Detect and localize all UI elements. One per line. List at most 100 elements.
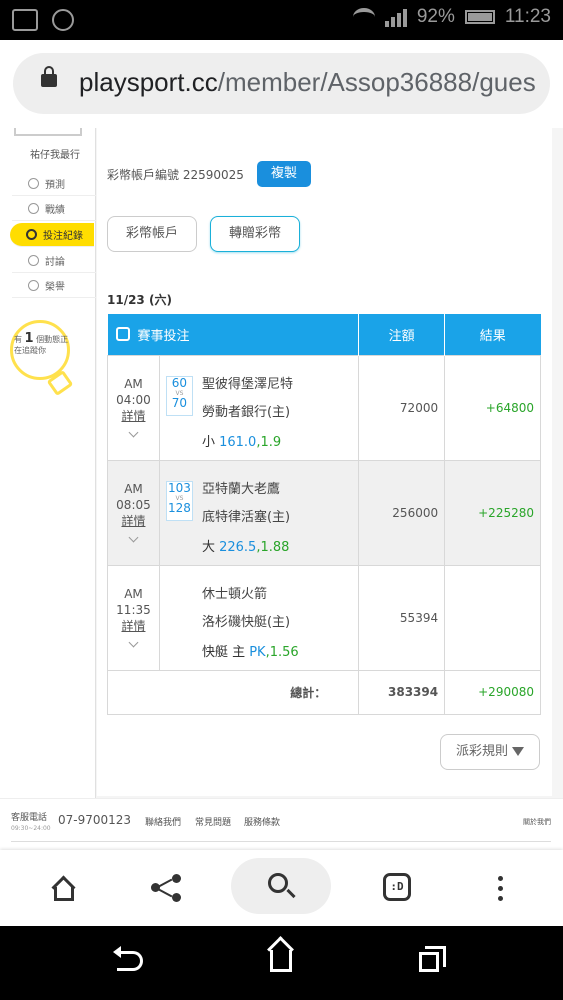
bet-amount: 256000 (358, 459, 446, 566)
more-menu-button[interactable] (470, 860, 530, 916)
share-icon (172, 874, 181, 883)
pick-label: 快艇 主 (201, 644, 246, 660)
sidebar-item-discuss[interactable]: 討論 (12, 249, 96, 273)
total-result: +290080 (444, 669, 541, 715)
time-value: 11:35 (116, 602, 151, 617)
table-row: AM 08:05 詳情 103 VS 128 亞特蘭大老鷹 底特律活塞(主) 大… (107, 459, 541, 566)
pick-line: 226.5 (219, 539, 257, 555)
home-nav-icon[interactable] (270, 950, 292, 972)
tab-coin-account[interactable]: 彩幣帳戶 (107, 216, 197, 252)
lock-icon (41, 66, 57, 87)
circle-icon (26, 229, 37, 240)
browser-toolbar: :D (0, 850, 563, 926)
chevron-down-icon[interactable] (128, 427, 139, 437)
pick-odds: 1.56 (269, 644, 299, 660)
match-cell: 休士頓火箭 洛杉磯快艇(主) 快艇 主 PK,1.56 (158, 564, 360, 671)
customer-service: 客服電話 09:30~24:00 (11, 813, 51, 834)
search-icon (268, 873, 288, 893)
back-icon[interactable] (113, 946, 143, 971)
notification-icon (12, 9, 38, 31)
detail-link[interactable]: 詳情 (108, 513, 159, 529)
sidebar-item-label: 投注紀錄 (43, 231, 83, 242)
payout-rules-button[interactable]: 派彩規則 (440, 734, 540, 770)
footer-link-about[interactable]: 關於我們 (523, 817, 551, 827)
score-box: 60 VS 70 (165, 375, 193, 416)
notice-suffix: 個動態正在追蹤你 (14, 335, 69, 355)
web-page: 祐仔我最行 預測 戰績 投注紀錄 討論 榮譽 有 1 個動態正在追蹤你 彩幣帳戶… (0, 128, 563, 850)
score-home: 70 (171, 395, 188, 410)
footer-link-faq[interactable]: 常見問題 (195, 815, 231, 828)
detail-link[interactable]: 詳情 (108, 408, 159, 424)
battery-icon (464, 10, 495, 24)
time-value: 04:00 (116, 392, 151, 407)
footer-link-terms[interactable]: 服務條款 (244, 815, 280, 828)
sidebar-item-record[interactable]: 戰績 (12, 197, 96, 221)
team-away: 亞特蘭大老鷹 (201, 481, 280, 497)
header-match: 賽事投注 (107, 314, 360, 355)
clock: 11:23 (504, 6, 551, 27)
tab-transfer-coins[interactable]: 轉贈彩幣 (210, 216, 300, 252)
team-home: 底特律活塞(主) (201, 509, 291, 525)
cs-hours: 09:30~24:00 (11, 825, 51, 832)
score-away: 60 (171, 375, 188, 390)
profile-box (14, 128, 82, 136)
recent-apps-icon[interactable] (419, 946, 446, 972)
cs-phone[interactable]: 07-9700123 (58, 813, 131, 827)
pick-line: 161.0 (219, 434, 257, 450)
detail-link[interactable]: 詳情 (108, 618, 159, 634)
sidebar-item-label: 討論 (45, 257, 65, 268)
extension-button[interactable]: :D (367, 860, 427, 916)
time-value: 08:05 (116, 497, 151, 512)
share-button[interactable] (136, 860, 196, 916)
url-path: /member/Assop36888/gues (217, 67, 536, 97)
bet-amount: 72000 (358, 354, 446, 461)
sidebar-item-bet-history[interactable]: 投注紀錄 (10, 223, 94, 247)
sidebar-item-label: 預測 (45, 180, 65, 191)
time-ampm: AM (124, 376, 143, 391)
discuss-icon (28, 255, 39, 266)
more-vert-icon (498, 876, 503, 881)
sidebar-item-predict[interactable]: 預測 (12, 172, 96, 196)
bet-amount: 55394 (358, 564, 446, 671)
chat-icon (28, 203, 39, 214)
sync-icon (52, 9, 74, 31)
bet-time: AM 08:05 詳情 (107, 459, 160, 566)
chevron-down-icon[interactable] (128, 532, 139, 542)
match-cell: 60 VS 70 聖彼得堡澤尼特 勞動者銀行(主) 小 161.0,1.9 (158, 354, 360, 461)
sidebar: 祐仔我最行 預測 戰績 投注紀錄 討論 榮譽 有 1 個動態正在追蹤你 (0, 128, 96, 798)
account-number: 彩幣帳戶編號 22590025 (107, 168, 244, 182)
page-footer: 客服電話 09:30~24:00 07-9700123 聯絡我們 常見問題 服務… (0, 798, 563, 850)
signal-icon (384, 7, 407, 27)
time-ampm: AM (124, 586, 143, 601)
match-cell: 103 VS 128 亞特蘭大老鷹 底特律活塞(主) 大 226.5,1.88 (158, 459, 360, 566)
database-icon (115, 327, 130, 341)
pick-odds: 1.88 (260, 539, 290, 555)
pick-line: PK (249, 644, 266, 660)
header-result: 結果 (444, 314, 541, 355)
url-bar[interactable]: playsport.cc/member/Assop36888/gues (13, 53, 550, 114)
url-text[interactable]: playsport.cc/member/Assop36888/gues (79, 67, 536, 98)
home-button[interactable] (32, 860, 92, 916)
status-bar: 92% 11:23 (0, 0, 563, 40)
total-amount: 383394 (358, 669, 446, 715)
bet-result: +64800 (444, 354, 541, 461)
score-home: 128 (167, 500, 191, 515)
payout-rules-label: 派彩規則 (455, 744, 508, 759)
sidebar-item-label: 榮譽 (45, 282, 65, 293)
team-home: 勞動者銀行(主) (201, 404, 291, 420)
wifi-icon (352, 8, 375, 26)
cs-label: 客服電話 (11, 813, 48, 823)
bet-result: +225280 (444, 459, 541, 566)
bet-pick: 大 226.5,1.88 (202, 536, 289, 555)
sidebar-item-honor[interactable]: 榮譽 (12, 274, 96, 298)
header-amount: 注額 (358, 314, 446, 355)
chevron-down-icon[interactable] (128, 637, 139, 647)
notice-prefix: 有 (14, 335, 22, 344)
table-header: 賽事投注 注額 結果 (107, 314, 541, 355)
browser-url-area: playsport.cc/member/Assop36888/gues (0, 40, 563, 128)
footer-link-contact[interactable]: 聯絡我們 (145, 815, 181, 828)
follower-notice[interactable]: 有 1 個動態正在追蹤你 (14, 332, 76, 356)
search-button[interactable] (231, 858, 331, 914)
copy-button[interactable]: 複製 (257, 161, 311, 187)
total-label: 總計： (106, 669, 360, 715)
